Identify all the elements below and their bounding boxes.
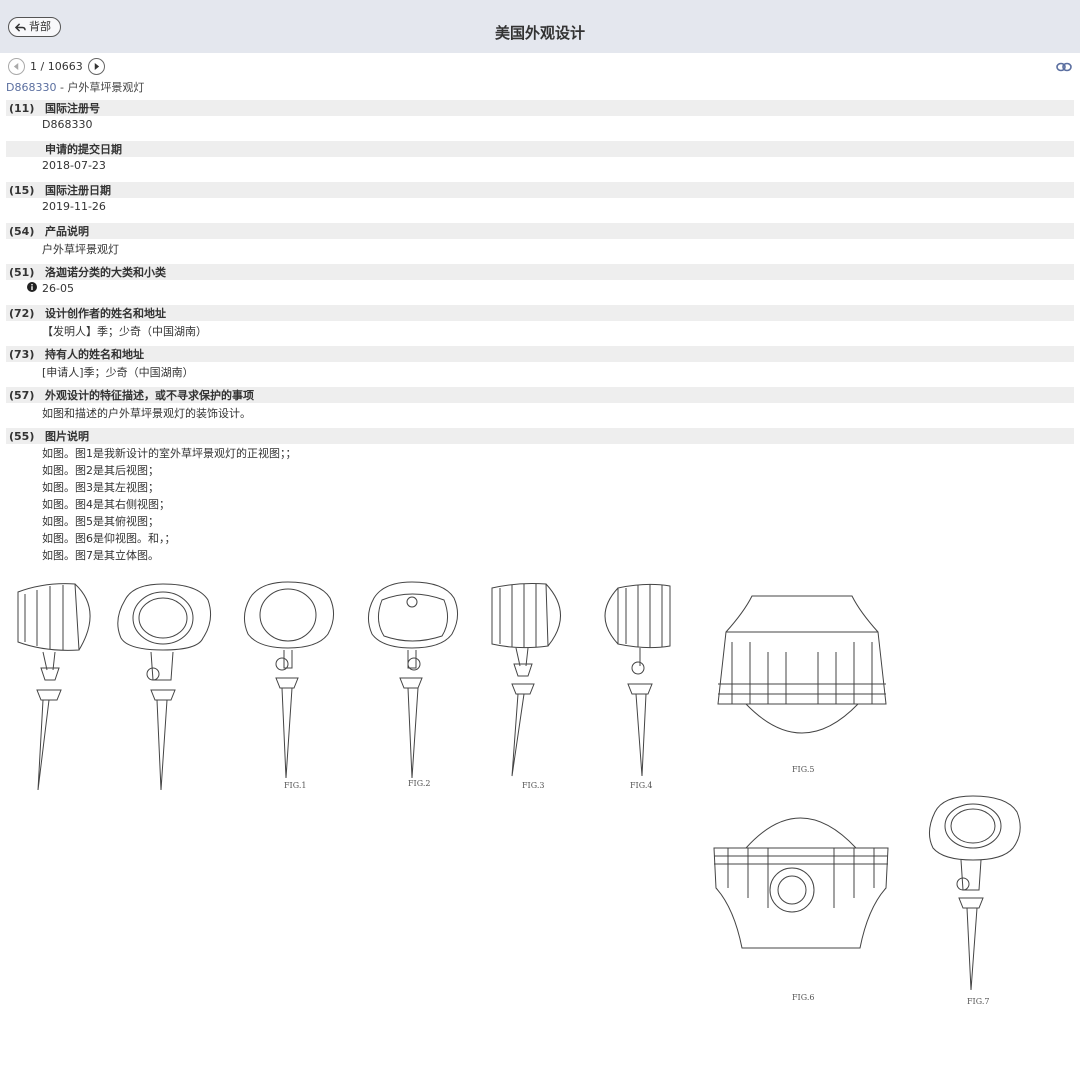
field-value: D868330 [42,118,93,131]
fig3-label: FIG.3 [522,781,544,790]
field-label: 申请的提交日期 [45,143,122,156]
drawing-fig7: FIG.7 [929,795,1021,1006]
field-51: (51) 洛迦诺分类的大类和小类 26-05 [6,264,1074,305]
chevron-right-icon [94,62,99,70]
pager-count: 1 / 10663 [30,59,83,73]
fig1-label: FIG.1 [284,781,306,790]
field-11: (11) 国际注册号 D868330 [6,100,1074,141]
field-code: (73) [9,347,35,361]
subtitle-separator: - [56,81,68,94]
field-code: (11) [9,101,35,115]
record-fields: (11) 国际注册号 D868330 申请的提交日期 2018-07-23 (15… [6,100,1074,564]
record-number-link[interactable]: D868330 [6,81,56,94]
field-code: (15) [9,183,35,197]
field-label: 国际注册日期 [45,184,111,197]
figure-desc-line: 如图。图6是仰视图。和，； [42,532,176,545]
field-55: (55) 图片说明 如图。图1是我新设计的室外草坪景观灯的正视图；； 如图。图2是… [6,428,1074,564]
field-code: (54) [9,224,35,238]
field-72: (72) 设计创作者的姓名和地址 【发明人】季；少奇（中国湖南） [6,305,1074,346]
field-value: 2018-07-23 [42,159,106,172]
field-value: 【发明人】季；少奇（中国湖南） [42,325,207,338]
record-name: 户外草坪景观灯 [67,81,145,94]
chevron-left-icon [13,62,19,70]
field-54: (54) 产品说明 户外草坪景观灯 [6,223,1074,264]
figure-desc-line: 如图。图4是其右侧视图； [42,498,170,511]
figure-desc-line: 如图。图1是我新设计的室外草坪景观灯的正视图；； [42,447,297,460]
fig5-label: FIG.5 [792,765,814,774]
field-code: (51) [9,265,35,279]
field-code: (72) [9,306,35,320]
field-label: 外观设计的特征描述，或不寻求保护的事项 [45,389,254,402]
fig4-label: FIG.4 [630,781,652,790]
drawing-fig2: FIG.2 [368,581,458,788]
field-code: (57) [9,388,35,402]
field-label: 持有人的姓名和地址 [45,348,144,361]
figure-desc-line: 如图。图7是其立体图。 [42,549,159,562]
field-15: (15) 国际注册日期 2019-11-26 [6,182,1074,223]
figure-desc-line: 如图。图5是其俯视图； [42,515,159,528]
drawing-fig1: FIG.1 [244,581,334,790]
info-icon[interactable] [27,282,37,292]
field-value: 2019-11-26 [42,200,106,213]
fig2-label: FIG.2 [408,779,430,788]
field-73: (73) 持有人的姓名和地址 [申请人]季；少奇（中国湖南） [6,346,1074,387]
pager: 1 / 10663 [8,56,105,76]
field-code: (55) [9,429,35,443]
field-value: 26-05 [42,282,74,295]
next-button[interactable] [87,57,105,75]
field-value: 户外草坪景观灯 [42,243,119,256]
field-label: 产品说明 [45,225,89,238]
drawing-fig6: FIG.6 [713,817,889,1002]
prev-button[interactable] [8,57,25,75]
fig6-label: FIG.6 [792,993,814,1002]
field-label: 国际注册号 [45,102,100,115]
record-subtitle: D868330 - 户外草坪景观灯 [6,79,144,95]
patent-drawings: FIG.1 FIG.2 FIG.3 FIG.4 FIG.5 FIG.6 FIG.… [0,572,1080,1052]
top-bar: 背部 美国外观设计 [0,0,1080,53]
fig7-label: FIG.7 [967,997,989,1006]
field-label: 洛迦诺分类的大类和小类 [45,266,166,279]
field-value: 如图和描述的户外草坪景观灯的装饰设计。 [42,407,251,420]
field-57: (57) 外观设计的特征描述，或不寻求保护的事项 如图和描述的户外草坪景观灯的装饰… [6,387,1074,428]
drawing-fig3: FIG.3 [491,583,561,790]
drawing-perspective [17,583,91,791]
field-label: 图片说明 [45,430,89,443]
drawing-rear [117,583,212,790]
field-label: 设计创作者的姓名和地址 [45,307,166,320]
page-title: 美国外观设计 [494,24,585,42]
link-icon[interactable] [1056,62,1072,72]
drawing-fig4: FIG.4 [604,583,671,790]
figure-desc-line: 如图。图3是其左视图； [42,481,159,494]
drawing-fig5: FIG.5 [717,595,887,774]
field-value: [申请人]季；少奇（中国湖南） [42,366,194,379]
figure-desc-line: 如图。图2是其后视图； [42,464,159,477]
field-filing-date: 申请的提交日期 2018-07-23 [6,141,1074,182]
